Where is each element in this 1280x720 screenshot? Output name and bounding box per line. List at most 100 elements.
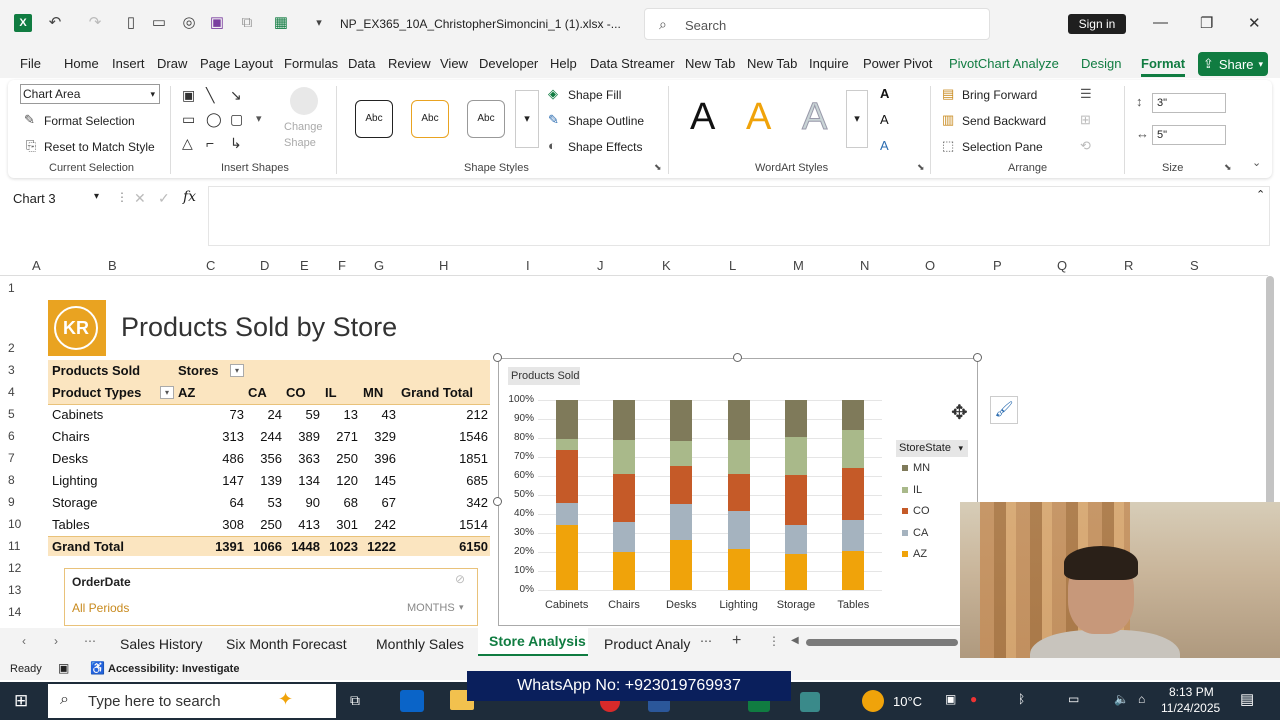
- bar-segment-ca-cabinets[interactable]: [555, 503, 578, 525]
- elbow-connector-icon[interactable]: ⌐: [206, 135, 214, 151]
- shape-width-input[interactable]: 5": [1152, 125, 1226, 145]
- bar-segment-mn-chairs[interactable]: [613, 400, 635, 441]
- curved-connector-icon[interactable]: ↳: [230, 135, 242, 152]
- tab-new-tab-2[interactable]: New Tab: [747, 56, 797, 71]
- pivot-grand-total-cell[interactable]: 1023: [329, 539, 358, 554]
- slicer-unit-select[interactable]: MONTHS: [407, 602, 455, 614]
- row-header[interactable]: 10: [8, 517, 21, 531]
- row-header[interactable]: 13: [8, 583, 21, 597]
- column-header[interactable]: G: [374, 258, 384, 273]
- pivot-cell[interactable]: 1514: [459, 517, 488, 532]
- text-fill-icon[interactable]: A: [880, 86, 889, 101]
- bar-segment-az-cabinets[interactable]: [555, 524, 578, 590]
- tab-design[interactable]: Design: [1081, 56, 1121, 71]
- battery-icon[interactable]: ▭: [1068, 692, 1079, 706]
- pivot-cell[interactable]: 73: [230, 407, 244, 422]
- tab-inquire[interactable]: Inquire: [809, 56, 849, 71]
- pivot-cell[interactable]: 685: [466, 473, 488, 488]
- pivot-cell[interactable]: 68: [344, 495, 358, 510]
- pivot-cell[interactable]: 90: [306, 495, 320, 510]
- chart-styles-brush-icon[interactable]: 🖌: [990, 396, 1018, 424]
- column-header[interactable]: L: [729, 258, 736, 273]
- pivot-row-label[interactable]: Lighting: [52, 473, 98, 488]
- row-header[interactable]: 6: [8, 429, 15, 443]
- bar-segment-il-tables[interactable]: [842, 430, 865, 469]
- bar-segment-il-desks[interactable]: [670, 440, 693, 467]
- pivot-row-label[interactable]: Storage: [52, 495, 98, 510]
- tab-home[interactable]: Home: [64, 56, 99, 71]
- clear-filter-icon[interactable]: ⊘: [455, 572, 465, 586]
- tab-page-layout[interactable]: Page Layout: [200, 56, 273, 71]
- bar-segment-az-lighting[interactable]: [727, 549, 750, 590]
- shape-fill-button[interactable]: Shape Fill: [568, 88, 621, 102]
- add-sheet-icon[interactable]: +: [732, 632, 741, 650]
- chart-element-select[interactable]: Chart Area ▾: [20, 84, 160, 104]
- triangle-shape-icon[interactable]: △: [182, 135, 193, 152]
- globe-icon[interactable]: ◎: [180, 14, 198, 32]
- prev-sheet-icon[interactable]: ‹: [22, 634, 26, 648]
- bar-segment-mn-desks[interactable]: [670, 400, 693, 441]
- selection-pane-button[interactable]: Selection Pane: [962, 140, 1043, 154]
- row-header[interactable]: 14: [8, 605, 21, 619]
- weather-temperature[interactable]: 10°C: [893, 694, 922, 709]
- legend-item-ca[interactable]: CA: [902, 527, 928, 539]
- pivot-row-label[interactable]: Tables: [52, 517, 90, 532]
- row-header[interactable]: 7: [8, 451, 15, 465]
- expand-formula-icon[interactable]: ⌃: [1256, 188, 1265, 201]
- tab-help[interactable]: Help: [550, 56, 577, 71]
- tab-format[interactable]: Format: [1141, 56, 1185, 71]
- tab-data[interactable]: Data: [348, 56, 375, 71]
- column-header[interactable]: D: [260, 258, 269, 273]
- cancel-icon[interactable]: ✕: [134, 190, 146, 207]
- legend-field-button-storestate[interactable]: StoreState ▾: [896, 440, 968, 457]
- legend-item-mn[interactable]: MN: [902, 462, 930, 474]
- restore-icon[interactable]: ❐: [1200, 14, 1213, 32]
- shapes-more-icon[interactable]: ▾: [256, 112, 262, 125]
- bluetooth-icon[interactable]: ᛒ: [1018, 692, 1025, 706]
- bar-segment-ca-desks[interactable]: [670, 503, 693, 541]
- resize-handle[interactable]: [493, 353, 502, 362]
- pivot-cell[interactable]: 342: [466, 495, 488, 510]
- bar-segment-mn-tables[interactable]: [842, 400, 865, 431]
- pivot-row-label[interactable]: Desks: [52, 451, 88, 466]
- excel-addin-icon[interactable]: ▦: [272, 14, 290, 32]
- pivot-columns-label[interactable]: Stores: [178, 363, 218, 378]
- bar-segment-co-desks[interactable]: [670, 466, 693, 504]
- shape-outline-button[interactable]: Shape Outline: [568, 114, 644, 128]
- pivot-cell[interactable]: 1546: [459, 429, 488, 444]
- row-header[interactable]: 4: [8, 385, 15, 399]
- tab-insert[interactable]: Insert: [112, 56, 145, 71]
- column-header[interactable]: J: [597, 258, 604, 273]
- undo-icon[interactable]: ↶: [46, 14, 64, 32]
- bar-segment-mn-lighting[interactable]: [727, 400, 750, 441]
- tab-review[interactable]: Review: [388, 56, 431, 71]
- pivot-cell[interactable]: 413: [298, 517, 320, 532]
- dialog-launcher-icon[interactable]: ⬊: [654, 162, 662, 173]
- tab-view[interactable]: View: [440, 56, 468, 71]
- share-button[interactable]: ⇪ Share ▾: [1198, 52, 1268, 76]
- next-sheet-icon[interactable]: ›: [54, 634, 58, 648]
- bar-segment-ca-tables[interactable]: [842, 519, 865, 552]
- pivot-rows-label[interactable]: Product Types: [52, 385, 141, 400]
- column-header[interactable]: I: [526, 258, 530, 273]
- orderdate-timeline-slicer[interactable]: OrderDate ⊘ All Periods MONTHS ▾: [64, 568, 478, 626]
- bar-segment-ca-lighting[interactable]: [727, 510, 750, 550]
- pivot-cell[interactable]: 313: [222, 429, 244, 444]
- column-header[interactable]: S: [1190, 258, 1199, 273]
- pivot-cell[interactable]: 356: [260, 451, 282, 466]
- text-effects-icon[interactable]: A: [880, 138, 889, 153]
- macro-record-icon[interactable]: ▣: [58, 661, 69, 675]
- pivot-cell[interactable]: 329: [374, 429, 396, 444]
- column-header[interactable]: H: [439, 258, 448, 273]
- column-header[interactable]: C: [206, 258, 215, 273]
- sheet-tab-store-analysis[interactable]: Store Analysis: [489, 633, 586, 649]
- legend-item-az[interactable]: AZ: [902, 548, 927, 560]
- column-header[interactable]: O: [925, 258, 935, 273]
- rounded-rect-shape-icon[interactable]: ▢: [230, 111, 243, 128]
- pivot-cell[interactable]: 301: [336, 517, 358, 532]
- rectangle-shape-icon[interactable]: ▭: [182, 111, 195, 128]
- row-header[interactable]: 5: [8, 407, 15, 421]
- dialog-launcher-icon[interactable]: ⬊: [1224, 162, 1232, 173]
- bar-segment-il-lighting[interactable]: [727, 440, 750, 474]
- column-header[interactable]: B: [108, 258, 117, 273]
